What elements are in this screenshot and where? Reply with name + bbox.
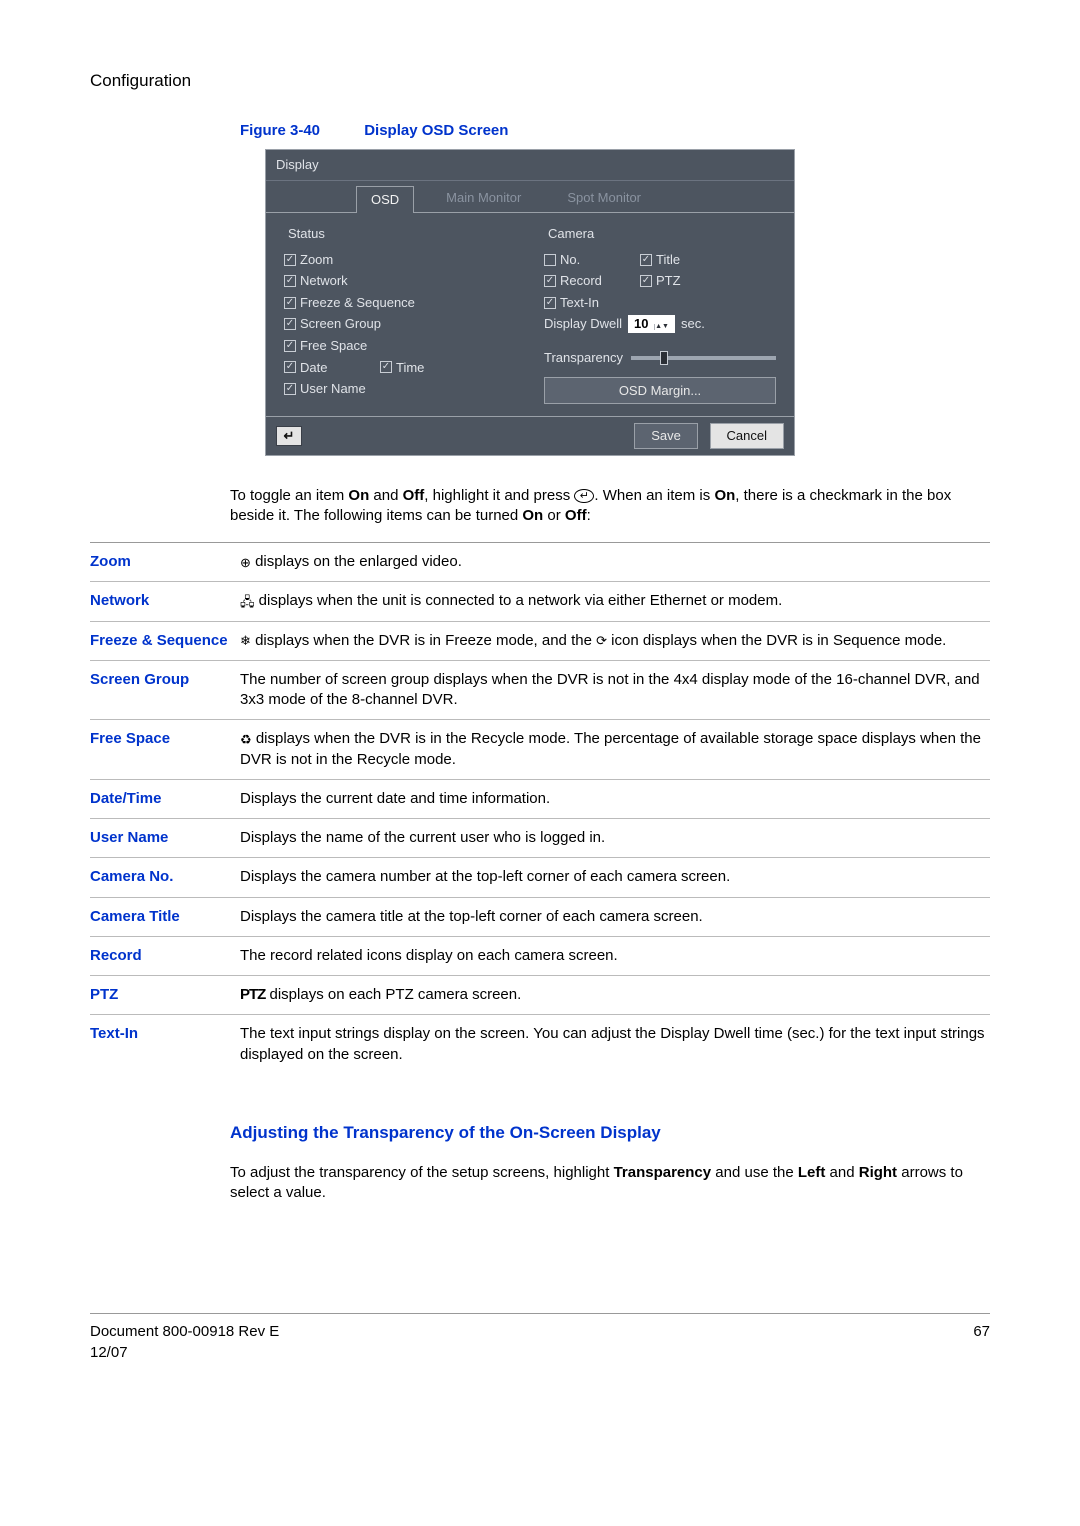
row-zoom-desc: ⊕ displays on the enlarged video. xyxy=(240,552,990,572)
label-record: Record xyxy=(560,272,602,290)
osd-margin-button[interactable]: OSD Margin... xyxy=(544,377,776,405)
checkbox-free-space[interactable]: ✓Free Space xyxy=(284,337,374,355)
enter-icon: ↵ xyxy=(574,489,594,503)
footer-page: 67 xyxy=(973,1322,990,1363)
row-screen-group-desc: The number of screen group displays when… xyxy=(240,670,990,711)
row-textin-label: Text-In xyxy=(90,1024,240,1065)
display-dwell-stepper[interactable]: 10 ▲▼ xyxy=(628,315,675,333)
slider-thumb-icon[interactable] xyxy=(660,351,668,365)
figure-title: Display OSD Screen xyxy=(364,122,508,139)
camera-heading: Camera xyxy=(548,225,776,243)
display-dwell-label: Display Dwell xyxy=(544,315,622,333)
label-network: Network xyxy=(300,272,348,290)
row-date-time-desc: Displays the current date and time infor… xyxy=(240,789,990,809)
row-user-name-label: User Name xyxy=(90,828,240,848)
checkbox-zoom[interactable]: ✓Zoom xyxy=(284,251,374,269)
row-camera-no-label: Camera No. xyxy=(90,867,240,887)
row-camera-no-desc: Displays the camera number at the top-le… xyxy=(240,867,990,887)
label-date: Date xyxy=(300,359,327,377)
footer-date: 12/07 xyxy=(90,1343,279,1363)
row-textin-desc: The text input strings display on the sc… xyxy=(240,1024,990,1065)
checkbox-textin[interactable]: ✓Text-In xyxy=(544,294,634,312)
dwell-spin-icon[interactable]: ▲▼ xyxy=(654,324,669,330)
row-camera-title-desc: Displays the camera title at the top-lef… xyxy=(240,907,990,927)
checkbox-user-name[interactable]: ✓User Name xyxy=(284,380,374,398)
section-title: Configuration xyxy=(90,70,990,93)
osd-panel: Display OSD Main Monitor Spot Monitor St… xyxy=(265,149,795,455)
checkbox-network[interactable]: ✓Network xyxy=(284,272,374,290)
tab-spot-monitor[interactable]: Spot Monitor xyxy=(553,185,655,213)
figure-number: Figure 3-40 xyxy=(240,122,320,139)
transparency-paragraph: To adjust the transparency of the setup … xyxy=(230,1163,990,1204)
label-ptz: PTZ xyxy=(656,272,681,290)
back-button[interactable]: ↵ xyxy=(276,426,302,446)
osd-status-col: Status ✓Zoom ✓Network ✓Freeze & Sequence… xyxy=(284,223,516,404)
row-ptz-label: PTZ xyxy=(90,985,240,1005)
row-screen-group-label: Screen Group xyxy=(90,670,240,711)
checkbox-record[interactable]: ✓Record xyxy=(544,272,634,290)
cancel-button[interactable]: Cancel xyxy=(710,423,784,449)
row-camera-title-label: Camera Title xyxy=(90,907,240,927)
toggle-paragraph: To toggle an item On and Off, highlight … xyxy=(230,486,990,527)
label-user-name: User Name xyxy=(300,380,366,398)
osd-panel-title: Display xyxy=(266,150,794,181)
status-heading: Status xyxy=(288,225,516,243)
label-time: Time xyxy=(396,359,424,377)
definitions-table: Zoom ⊕ displays on the enlarged video. N… xyxy=(90,542,990,1074)
label-zoom: Zoom xyxy=(300,251,333,269)
row-freeze-desc: ❄ displays when the DVR is in Freeze mod… xyxy=(240,631,990,651)
checkbox-time[interactable]: ✓Time xyxy=(380,359,470,377)
checkbox-cam-no[interactable]: No. xyxy=(544,251,634,269)
tab-main-monitor[interactable]: Main Monitor xyxy=(432,185,535,213)
subsection-heading: Adjusting the Transparency of the On-Scr… xyxy=(230,1122,990,1145)
checkbox-screen-group[interactable]: ✓Screen Group xyxy=(284,315,381,333)
row-network-label: Network xyxy=(90,591,240,611)
label-screen-group: Screen Group xyxy=(300,315,381,333)
row-zoom-label: Zoom xyxy=(90,552,240,572)
row-date-time-label: Date/Time xyxy=(90,789,240,809)
osd-camera-col: Camera No. ✓Title ✓Record ✓PTZ ✓Text-In … xyxy=(544,223,776,404)
label-cam-no: No. xyxy=(560,251,580,269)
checkbox-freeze-sequence[interactable]: ✓Freeze & Sequence xyxy=(284,294,415,312)
page-footer: Document 800-00918 Rev E 12/07 67 xyxy=(90,1313,990,1363)
network-icon: 🖧 xyxy=(240,595,255,608)
row-record-label: Record xyxy=(90,946,240,966)
label-free-space: Free Space xyxy=(300,337,367,355)
row-ptz-desc: PTZ displays on each PTZ camera screen. xyxy=(240,985,990,1005)
row-free-space-label: Free Space xyxy=(90,729,240,770)
magnify-icon: ⊕ xyxy=(240,556,251,569)
row-freeze-label: Freeze & Sequence xyxy=(90,631,240,651)
row-record-desc: The record related icons display on each… xyxy=(240,946,990,966)
display-dwell-value: 10 xyxy=(634,316,648,331)
sequence-icon: ⟳ xyxy=(596,634,607,647)
ptz-icon: PTZ xyxy=(240,986,265,1003)
transparency-label: Transparency xyxy=(544,349,623,367)
tab-osd[interactable]: OSD xyxy=(356,186,414,214)
checkbox-cam-title[interactable]: ✓Title xyxy=(640,251,730,269)
label-textin: Text-In xyxy=(560,294,599,312)
row-free-space-desc: ♻ displays when the DVR is in the Recycl… xyxy=(240,729,990,770)
freeze-icon: ❄ xyxy=(240,634,251,647)
checkbox-ptz[interactable]: ✓PTZ xyxy=(640,272,730,290)
save-button[interactable]: Save xyxy=(634,423,698,449)
label-freeze: Freeze & Sequence xyxy=(300,294,415,312)
figure-caption: Figure 3-40 Display OSD Screen xyxy=(240,121,990,141)
display-dwell-unit: sec. xyxy=(681,315,705,333)
row-network-desc: 🖧 displays when the unit is connected to… xyxy=(240,591,990,611)
label-cam-title: Title xyxy=(656,251,680,269)
checkbox-date[interactable]: ✓Date xyxy=(284,359,374,377)
osd-tabs: OSD Main Monitor Spot Monitor xyxy=(266,181,794,213)
row-user-name-desc: Displays the name of the current user wh… xyxy=(240,828,990,848)
transparency-slider[interactable] xyxy=(631,356,776,360)
footer-doc: Document 800-00918 Rev E xyxy=(90,1322,279,1342)
recycle-icon: ♻ xyxy=(240,733,252,746)
